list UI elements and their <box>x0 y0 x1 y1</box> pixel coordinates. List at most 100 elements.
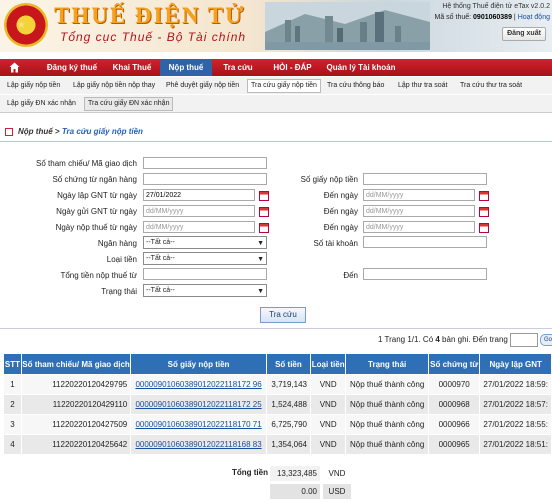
paid-from-input[interactable]: dd/MM/yyyy <box>143 221 255 233</box>
col-doc: Số giấy nộp tiền <box>130 353 267 375</box>
amount-from-input[interactable] <box>143 268 267 280</box>
cell-ref: 11220220120427509 <box>20 414 132 435</box>
sent-to-input[interactable]: dd/MM/yyyy <box>363 205 475 217</box>
submenu-tra-cuu-giay-nop-tien[interactable]: Tra cứu giấy nộp tiền <box>247 79 321 93</box>
breadcrumb: Nộp thuế > Tra cứu giấy nộp tiền <box>5 127 143 136</box>
col-currency: Loại tiền <box>309 353 347 375</box>
total-usd-currency: USD <box>323 484 351 499</box>
payment-no-input[interactable] <box>363 173 487 185</box>
ref-label: Số tham chiếu/ Mã giao dịch <box>36 159 137 168</box>
calendar-icon[interactable] <box>259 223 269 233</box>
main-navbar: Đăng ký thuế Khai Thuế Nộp thuế Tra cứu … <box>0 59 552 76</box>
cell-stt: 4 <box>3 434 22 455</box>
bank-select[interactable]: --Tất cả-- ▼ <box>143 236 267 249</box>
brand-title: THUẾ ĐIỆN TỬ <box>54 3 246 28</box>
amount-to-label: Đến <box>343 271 358 280</box>
go-button[interactable]: Go <box>540 334 552 346</box>
results-table: STT Số tham chiếu/ Mã giao dịch Số giấy … <box>3 353 552 455</box>
submenu-tra-cuu-thong-bao[interactable]: Tra cứu thông báo <box>327 80 384 92</box>
paging-info: 1 Trang 1/1. Có 4 bản ghi. Đến trang <box>378 335 508 344</box>
national-emblem-logo: ★ <box>4 3 48 47</box>
total-vnd-value: 13,323,485 <box>270 466 320 481</box>
table-row: 2 11220220120429110 00000901060389012022… <box>3 394 552 415</box>
table-header-row: STT Số tham chiếu/ Mã giao dịch Số giấy … <box>3 353 552 375</box>
col-amount: Số tiền <box>265 353 312 375</box>
col-ref: Số tham chiếu/ Mã giao dịch <box>20 353 132 375</box>
status-label: Trạng thái <box>101 287 137 296</box>
sent-to-label: Đến ngày <box>323 207 358 216</box>
tax-id-value: 0901060389 <box>473 14 512 21</box>
cell-voucher: 0000965 <box>427 434 481 455</box>
doc-link[interactable]: 00000901060389012022118168 83 <box>135 440 261 449</box>
total-vnd-currency: VND <box>328 469 346 478</box>
created-from-label: Ngày lập GNT từ ngày <box>57 191 137 200</box>
table-row: 4 11220220120425642 00000901060389012022… <box>3 434 552 455</box>
submenu-lap-giay-nop-thay[interactable]: Lập giấy nộp tiền nộp thay <box>73 80 155 92</box>
cell-voucher: 0000968 <box>427 394 481 415</box>
calendar-icon[interactable] <box>479 207 489 217</box>
nav-nop-thue[interactable]: Nộp thuế <box>160 59 212 76</box>
paid-to-input[interactable]: dd/MM/yyyy <box>363 221 475 233</box>
nav-quan-ly-tai-khoan[interactable]: Quản lý Tài khoản <box>324 59 398 76</box>
cell-stt: 2 <box>3 394 22 415</box>
doc-link[interactable]: 00000901060389012022118172 96 <box>135 380 261 389</box>
total-usd-value: 0.00 <box>270 484 320 499</box>
nav-khai-thue[interactable]: Khai Thuế <box>108 59 156 76</box>
amount-from-label: Tổng tiền nộp thuế từ <box>60 271 137 280</box>
search-button[interactable]: Tra cứu <box>260 307 306 323</box>
nav-dang-ky-thue[interactable]: Đăng ký thuế <box>39 59 105 76</box>
nav-tra-cuu[interactable]: Tra cứu <box>216 59 260 76</box>
submenu-lap-thu-tra-soat[interactable]: Lập thư tra soát <box>398 80 447 92</box>
calendar-icon[interactable] <box>259 191 269 201</box>
breadcrumb-separator: > <box>54 127 60 136</box>
breadcrumb-icon <box>5 128 13 136</box>
total-label: Tổng tiền <box>232 468 268 477</box>
created-to-input[interactable]: dd/MM/yyyy <box>363 189 475 201</box>
logout-button[interactable]: Đăng xuất <box>502 27 546 41</box>
bank-label: Ngân hàng <box>97 239 137 248</box>
account-input[interactable] <box>363 236 487 248</box>
currency-select[interactable]: --Tất cả-- ▼ <box>143 252 267 265</box>
chevron-down-icon: ▼ <box>257 240 264 247</box>
submenu-tra-cuu-thu-tra-soat[interactable]: Tra cứu thư tra soát <box>460 80 522 92</box>
table-row: 1 11220220120429795 00000901060389012022… <box>3 374 552 395</box>
calendar-icon[interactable] <box>479 191 489 201</box>
cell-currency: VND <box>309 374 347 395</box>
created-to-label: Đến ngày <box>323 191 358 200</box>
col-voucher: Số chứng từ <box>427 353 481 375</box>
calendar-icon[interactable] <box>479 223 489 233</box>
cell-status: Nộp thuế thành công <box>345 434 429 455</box>
breadcrumb-current: Tra cứu giấy nộp tiền <box>61 127 143 136</box>
activity-link[interactable]: Hoạt động <box>518 14 550 21</box>
submenu-row-2: Lập giấy ĐN xác nhận Tra cứu giấy ĐN xác… <box>0 95 552 113</box>
submenu-lap-giay-nop-tien[interactable]: Lập giấy nộp tiền <box>7 80 60 92</box>
cell-date: 27/01/2022 18:59: <box>479 374 552 395</box>
cell-amount: 3,719,143 <box>265 374 312 395</box>
ref-input[interactable] <box>143 157 267 169</box>
col-status: Trạng thái <box>345 353 429 375</box>
created-from-input[interactable]: 27/01/2022 <box>143 189 255 201</box>
submenu-lap-giay-dn[interactable]: Lập giấy ĐN xác nhận <box>7 98 76 110</box>
cell-date: 27/01/2022 18:57: <box>479 394 552 415</box>
payment-no-label: Số giấy nộp tiền <box>300 175 358 184</box>
amount-to-input[interactable] <box>363 268 487 280</box>
nav-hoi-dap[interactable]: HỎI - ĐÁP <box>265 59 320 76</box>
account-label: Số tài khoản <box>313 239 358 248</box>
bank-doc-input[interactable] <box>143 173 267 185</box>
system-name: Hệ thống Thuế điện tử eTax v2.0.2 <box>442 3 550 10</box>
submenu-tra-cuu-giay-dn[interactable]: Tra cứu giấy ĐN xác nhận <box>84 97 174 111</box>
breadcrumb-parent[interactable]: Nộp thuế <box>18 127 53 136</box>
sent-from-label: Ngày gửi GNT từ ngày <box>56 207 137 216</box>
calendar-icon[interactable] <box>259 207 269 217</box>
paid-to-label: Đến ngày <box>323 223 358 232</box>
cell-status: Nộp thuế thành công <box>345 414 429 435</box>
page-number-input[interactable] <box>510 333 538 347</box>
doc-link[interactable]: 00000901060389012022118170 71 <box>135 420 261 429</box>
status-select[interactable]: --Tất cả-- ▼ <box>143 284 267 297</box>
doc-link[interactable]: 00000901060389012022118172 25 <box>135 400 261 409</box>
cell-date: 27/01/2022 18:51: <box>479 434 552 455</box>
sent-from-input[interactable]: dd/MM/yyyy <box>143 205 255 217</box>
home-icon[interactable] <box>9 62 20 73</box>
submenu-phe-duyet[interactable]: Phê duyệt giấy nộp tiền <box>166 80 239 92</box>
chevron-down-icon: ▼ <box>257 256 264 263</box>
